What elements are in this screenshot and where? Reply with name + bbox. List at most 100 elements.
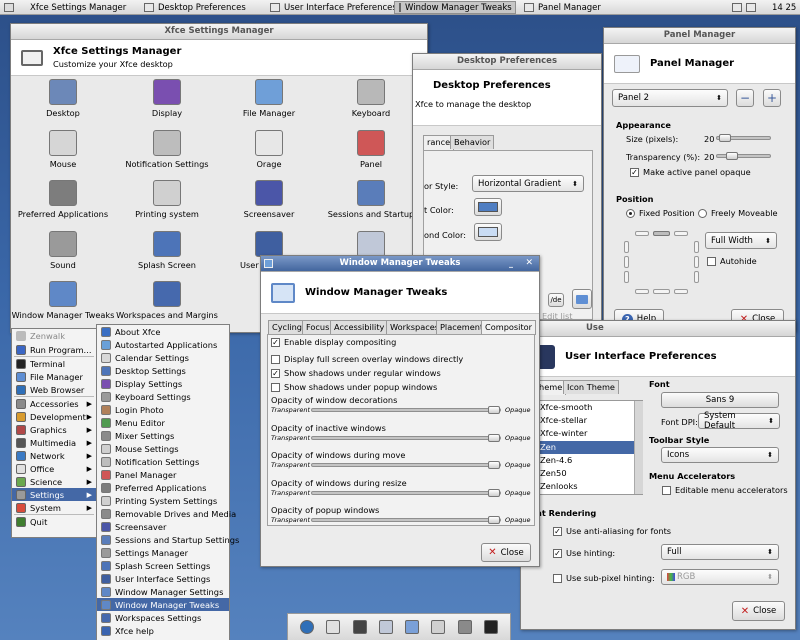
submenu-item-menu-editor[interactable]: Menu Editor — [97, 416, 229, 429]
toolbar-style-select[interactable]: Icons ⬍ — [661, 447, 779, 463]
submenu-item-autostarted-applications[interactable]: Autostarted Applications — [97, 338, 229, 351]
theme-list-item[interactable]: Xfce-smooth — [537, 401, 642, 414]
menu-accelerators-row[interactable]: Editable menu accelerators — [662, 485, 788, 495]
compositor-checkbox[interactable]: ✓ — [271, 338, 280, 347]
slider-thumb[interactable] — [719, 134, 732, 142]
de-button[interactable]: /de — [548, 293, 564, 307]
menu-item-file-manager[interactable]: File Manager — [12, 370, 96, 383]
submenu-item-desktop-settings[interactable]: Desktop Settings — [97, 364, 229, 377]
hinting-row[interactable]: ✓ Use hinting: — [553, 548, 615, 558]
taskbar-item-desktop-preferences[interactable]: Desktop Preferences — [140, 1, 250, 14]
theme-list-item[interactable]: Zen — [537, 440, 642, 454]
slider-thumb[interactable] — [488, 461, 500, 469]
subpixel-select[interactable]: RGB ⬍ — [661, 569, 779, 585]
window-menu-icon[interactable] — [264, 259, 273, 268]
compositor-checkbox[interactable] — [271, 355, 280, 364]
position-slot[interactable] — [624, 256, 629, 268]
tab-placement[interactable]: Placement — [436, 320, 488, 334]
width-select[interactable]: Full Width ⬍ — [705, 232, 777, 249]
theme-list[interactable]: Xfce-smooth Xfce-stellar Xfce-winter Zen Zen… — [536, 400, 643, 495]
tab-focus[interactable]: Focus — [302, 320, 334, 334]
theme-list-item[interactable]: Zen-4.6 — [537, 454, 642, 467]
submenu-item-xfce-help[interactable]: Xfce help — [97, 624, 229, 637]
subpixel-row[interactable]: Use sub-pixel hinting: — [553, 573, 655, 583]
menu-item-quit[interactable]: Quit — [12, 515, 96, 528]
prefs-icon[interactable] — [457, 620, 472, 634]
menu-item-accessories[interactable]: Accessories ▶ — [12, 397, 96, 410]
first-color-button[interactable] — [474, 198, 502, 216]
globe-icon[interactable] — [300, 620, 315, 634]
window-titlebar[interactable]: Xfce Settings Manager — [11, 24, 427, 40]
opacity-slider[interactable] — [311, 433, 501, 442]
opaque-checkbox[interactable]: ✓ — [630, 168, 639, 177]
position-slot[interactable] — [635, 231, 649, 236]
radio-button[interactable] — [698, 209, 707, 218]
window-titlebar[interactable]: Panel Manager — [604, 28, 795, 44]
submenu-item-settings-manager[interactable]: Settings Manager — [97, 546, 229, 559]
clock[interactable]: 14 25 — [768, 1, 800, 14]
compositor-checkbox-row[interactable]: Show shadows under popup windows — [271, 382, 437, 392]
tab-icon-theme[interactable]: Icon Theme — [563, 380, 619, 394]
font-dpi-select[interactable]: System Default ⬍ — [698, 411, 780, 431]
menu-button[interactable] — [0, 1, 18, 14]
radio-button[interactable] — [626, 209, 635, 218]
position-slot[interactable] — [624, 241, 629, 253]
taskbar-item-ui-preferences[interactable]: User Interface Preferences — [266, 1, 401, 14]
antialias-row[interactable]: ✓ Use anti-aliasing for fonts — [553, 526, 671, 536]
submenu-item-calendar-settings[interactable]: Calendar Settings — [97, 351, 229, 364]
autohide-checkbox[interactable] — [707, 257, 716, 266]
terminal-icon[interactable] — [483, 620, 498, 634]
second-color-button[interactable] — [474, 223, 502, 241]
close-button[interactable]: ✕ Close — [481, 543, 531, 562]
compositor-checkbox[interactable]: ✓ — [271, 369, 280, 378]
taskbar-item-panel-manager[interactable]: Panel Manager — [520, 1, 605, 14]
tab-cycling[interactable]: Cycling — [268, 320, 306, 334]
submenu-item-login-photo[interactable]: Login Photo — [97, 403, 229, 416]
menu-item-multimedia[interactable]: Multimedia ▶ — [12, 436, 96, 449]
menu-item-science[interactable]: Science ▶ — [12, 475, 96, 488]
position-slot[interactable] — [635, 289, 649, 294]
submenu-item-mouse-settings[interactable]: Mouse Settings — [97, 442, 229, 455]
taskbar-item-wm-tweaks[interactable]: Window Manager Tweaks — [394, 1, 516, 14]
transparency-slider[interactable] — [716, 152, 771, 160]
tab-compositor[interactable]: Compositor — [481, 320, 537, 335]
position-slot-selected[interactable] — [653, 231, 670, 236]
submenu-item-workspaces-settings[interactable]: Workspaces Settings — [97, 611, 229, 624]
slider-thumb[interactable] — [488, 433, 500, 442]
menu-item-run-program[interactable]: Run Program... — [12, 343, 96, 356]
submenu-item-about-xfce[interactable]: About Xfce — [97, 325, 229, 338]
minimize-icon[interactable]: _ — [509, 256, 513, 271]
fixed-position-radio[interactable]: Fixed Position — [626, 208, 695, 218]
window-titlebar[interactable]: Window Manager Tweaks _ ✕ — [261, 256, 539, 272]
menu-accelerators-checkbox[interactable] — [662, 486, 671, 495]
compositor-checkbox-row[interactable]: Display full screen overlay windows dire… — [271, 354, 463, 364]
folder-button[interactable] — [572, 289, 592, 309]
opacity-slider[interactable] — [311, 406, 501, 414]
menu-item-graphics[interactable]: Graphics ▶ — [12, 423, 96, 436]
theme-list-item[interactable]: Zenlooks — [537, 480, 642, 493]
position-slot[interactable] — [694, 271, 699, 283]
add-panel-button[interactable]: + — [763, 89, 781, 107]
antialias-checkbox[interactable]: ✓ — [553, 527, 562, 536]
menu-item-network[interactable]: Network ▶ — [12, 449, 96, 462]
settings-item[interactable]: Workspaces and Margins — [107, 281, 227, 320]
autohide-checkbox-row[interactable]: Autohide — [707, 256, 757, 266]
panel-select[interactable]: Panel 2 ⬍ — [612, 89, 728, 107]
theme-list-item[interactable]: Xfce-stellar — [537, 414, 642, 427]
tab-accessibility[interactable]: Accessibility — [330, 320, 389, 334]
close-window-icon[interactable]: ✕ — [525, 256, 533, 271]
submenu-item-window-manager-settings[interactable]: Window Manager Settings — [97, 585, 229, 598]
taskbar-item-settings-manager[interactable]: Xfce Settings Manager — [26, 1, 130, 14]
compositor-checkbox-row[interactable]: ✓ Show shadows under regular windows — [271, 368, 441, 378]
font-button[interactable]: Sans 9 — [661, 392, 779, 408]
network-tray-icon[interactable] — [732, 3, 742, 12]
close-button[interactable]: ✕ Close — [732, 601, 785, 621]
slider-thumb[interactable] — [488, 406, 500, 414]
compositor-checkbox-row[interactable]: ✓ Enable display compositing — [271, 337, 396, 347]
slider-thumb[interactable] — [488, 488, 500, 497]
opacity-slider[interactable] — [311, 461, 501, 469]
size-slider[interactable] — [716, 134, 771, 142]
window-titlebar[interactable]: Desktop Preferences — [413, 54, 601, 70]
menu-item-web-browser[interactable]: Web Browser — [12, 383, 96, 396]
menu-item-settings[interactable]: Settings ▶ — [12, 488, 96, 501]
